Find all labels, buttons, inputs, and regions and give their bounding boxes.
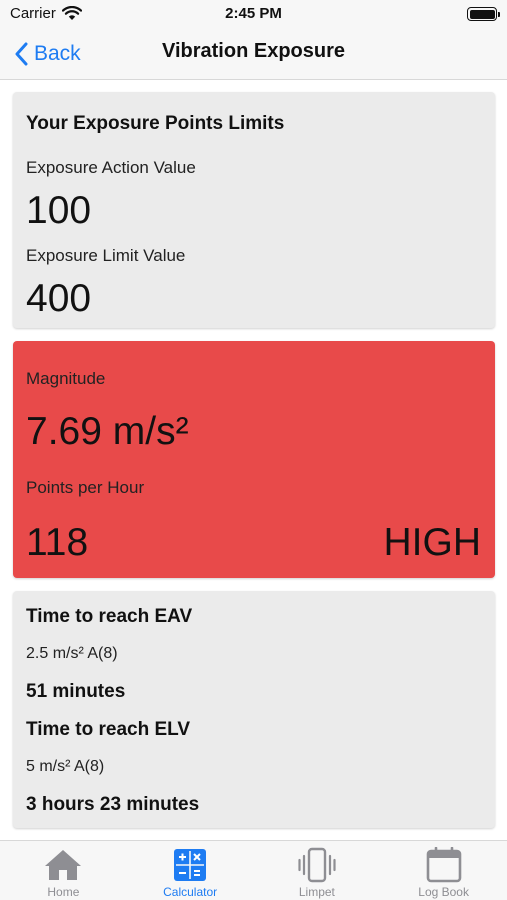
points-per-hour-label: Points per Hour	[26, 478, 145, 497]
status-bar: Carrier 2:45 PM	[0, 0, 507, 28]
tab-log-book-label: Log Book	[418, 885, 469, 899]
limits-heading: Your Exposure Points Limits	[26, 113, 285, 134]
points-per-hour-value: 118	[26, 521, 89, 564]
tab-home-label: Home	[47, 885, 80, 899]
battery-icon	[467, 7, 500, 21]
navigation-bar: Back Vibration Exposure	[0, 28, 507, 80]
exposure-limits-card: Your Exposure Points Limits Exposure Act…	[13, 92, 495, 328]
risk-level-badge: HIGH	[383, 521, 482, 564]
calculator-icon	[174, 849, 207, 881]
magnitude-card: Magnitude 7.69 m/s² Points per Hour 118 …	[13, 341, 495, 578]
elv-value: 400	[26, 277, 92, 320]
tab-bar: Home Calculator Limpet Log Book	[0, 840, 507, 900]
magnitude-label: Magnitude	[26, 369, 106, 388]
vibration-icon	[298, 847, 336, 883]
tab-calculator[interactable]: Calculator	[127, 841, 254, 900]
elv-time-value: 3 hours 23 minutes	[26, 794, 200, 815]
elv-label: Exposure Limit Value	[26, 246, 186, 265]
tab-calculator-label: Calculator	[163, 885, 218, 899]
time-to-reach-card: Time to reach EAV 2.5 m/s² A(8) 51 minut…	[13, 591, 495, 828]
eav-threshold: 2.5 m/s² A(8)	[26, 645, 118, 662]
magnitude-value: 7.69 m/s²	[26, 410, 189, 453]
tab-home[interactable]: Home	[0, 841, 127, 900]
eav-value: 100	[26, 189, 92, 232]
elv-threshold: 5 m/s² A(8)	[26, 758, 105, 775]
tab-limpet-label: Limpet	[298, 885, 335, 899]
calendar-icon	[426, 847, 461, 883]
tab-log-book[interactable]: Log Book	[380, 841, 507, 900]
clock: 2:45 PM	[225, 5, 282, 22]
main-content: Your Exposure Points Limits Exposure Act…	[0, 80, 507, 840]
page-title: Vibration Exposure	[161, 40, 345, 62]
eav-time-heading: Time to reach EAV	[26, 606, 193, 627]
home-icon	[45, 850, 82, 880]
elv-time-heading: Time to reach ELV	[26, 719, 191, 740]
eav-label: Exposure Action Value	[26, 158, 196, 177]
tab-limpet[interactable]: Limpet	[254, 841, 381, 900]
eav-time-value: 51 minutes	[26, 681, 126, 702]
